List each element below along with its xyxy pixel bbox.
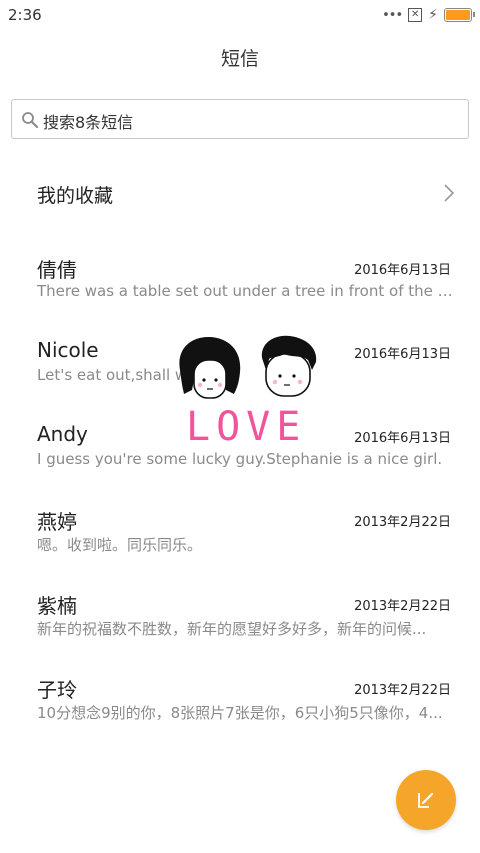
girl-doodle-icon xyxy=(179,336,241,399)
conversation-date: 2013年2月22日 xyxy=(354,683,451,698)
chevron-right-icon xyxy=(444,184,455,202)
conversation-name: 子玲 xyxy=(37,678,77,702)
compose-icon xyxy=(418,792,434,808)
status-bar: 2:36 ••• ✕ ⚡ xyxy=(0,0,480,30)
bolt-icon: ⚡ xyxy=(428,7,438,23)
favorites-label: 我的收藏 xyxy=(37,185,114,207)
love-text: LOVE xyxy=(186,404,306,448)
status-time: 2:36 xyxy=(8,6,42,24)
conversation-name: 倩倩 xyxy=(37,258,77,282)
battery-fill xyxy=(446,10,470,20)
conversation-date: 2016年6月13日 xyxy=(354,263,451,278)
search-icon xyxy=(22,112,39,129)
conversation-preview: There was a table set out under a tree i… xyxy=(37,282,457,300)
conversation-name: Andy xyxy=(37,422,88,446)
favorites-row[interactable]: 我的收藏 xyxy=(0,168,480,220)
conversation-date: 2013年2月22日 xyxy=(354,599,451,614)
conversation-item[interactable]: 燕婷 2013年2月22日 嗯。收到啦。同乐同乐。 xyxy=(0,506,480,586)
page-title: 短信 xyxy=(220,48,259,70)
conversation-name: Nicole xyxy=(37,338,99,362)
search-placeholder: 搜索8条短信 xyxy=(43,113,134,132)
conversation-preview: 嗯。收到啦。同乐同乐。 xyxy=(37,536,203,554)
notification-dots-icon: ••• xyxy=(382,7,403,23)
battery-icon xyxy=(444,8,475,22)
boy-doodle-icon xyxy=(261,335,317,397)
conversation-date: 2016年6月13日 xyxy=(354,431,451,446)
conversation-date: 2013年2月22日 xyxy=(354,515,451,530)
status-icons: ••• ✕ ⚡ xyxy=(382,6,475,24)
conversation-date: 2016年6月13日 xyxy=(354,347,451,362)
conversation-preview: 新年的祝福数不胜数，新年的愿望好多好多，新年的问候... xyxy=(37,620,427,638)
no-sim-icon: ✕ xyxy=(408,8,423,22)
conversation-item[interactable]: 紫楠 2013年2月22日 新年的祝福数不胜数，新年的愿望好多好多，新年的问候.… xyxy=(0,590,480,670)
search-input[interactable]: 搜索8条短信 xyxy=(11,99,469,139)
conversation-preview: 10分想念9别的你，8张照片7张是你，6只小狗5只像你，4... xyxy=(37,704,443,722)
conversation-name: 紫楠 xyxy=(37,594,77,618)
love-sticker: LOVE xyxy=(179,335,317,448)
conversation-name: 燕婷 xyxy=(37,510,77,534)
conversation-item[interactable]: 倩倩 2016年6月13日 There was a table set out … xyxy=(0,254,480,334)
conversation-item[interactable]: 子玲 2013年2月22日 10分想念9别的你，8张照片7张是你，6只小狗5只像… xyxy=(0,674,480,754)
conversation-preview: I guess you're some lucky guy.Stephanie … xyxy=(37,450,443,468)
compose-button[interactable] xyxy=(396,770,456,830)
